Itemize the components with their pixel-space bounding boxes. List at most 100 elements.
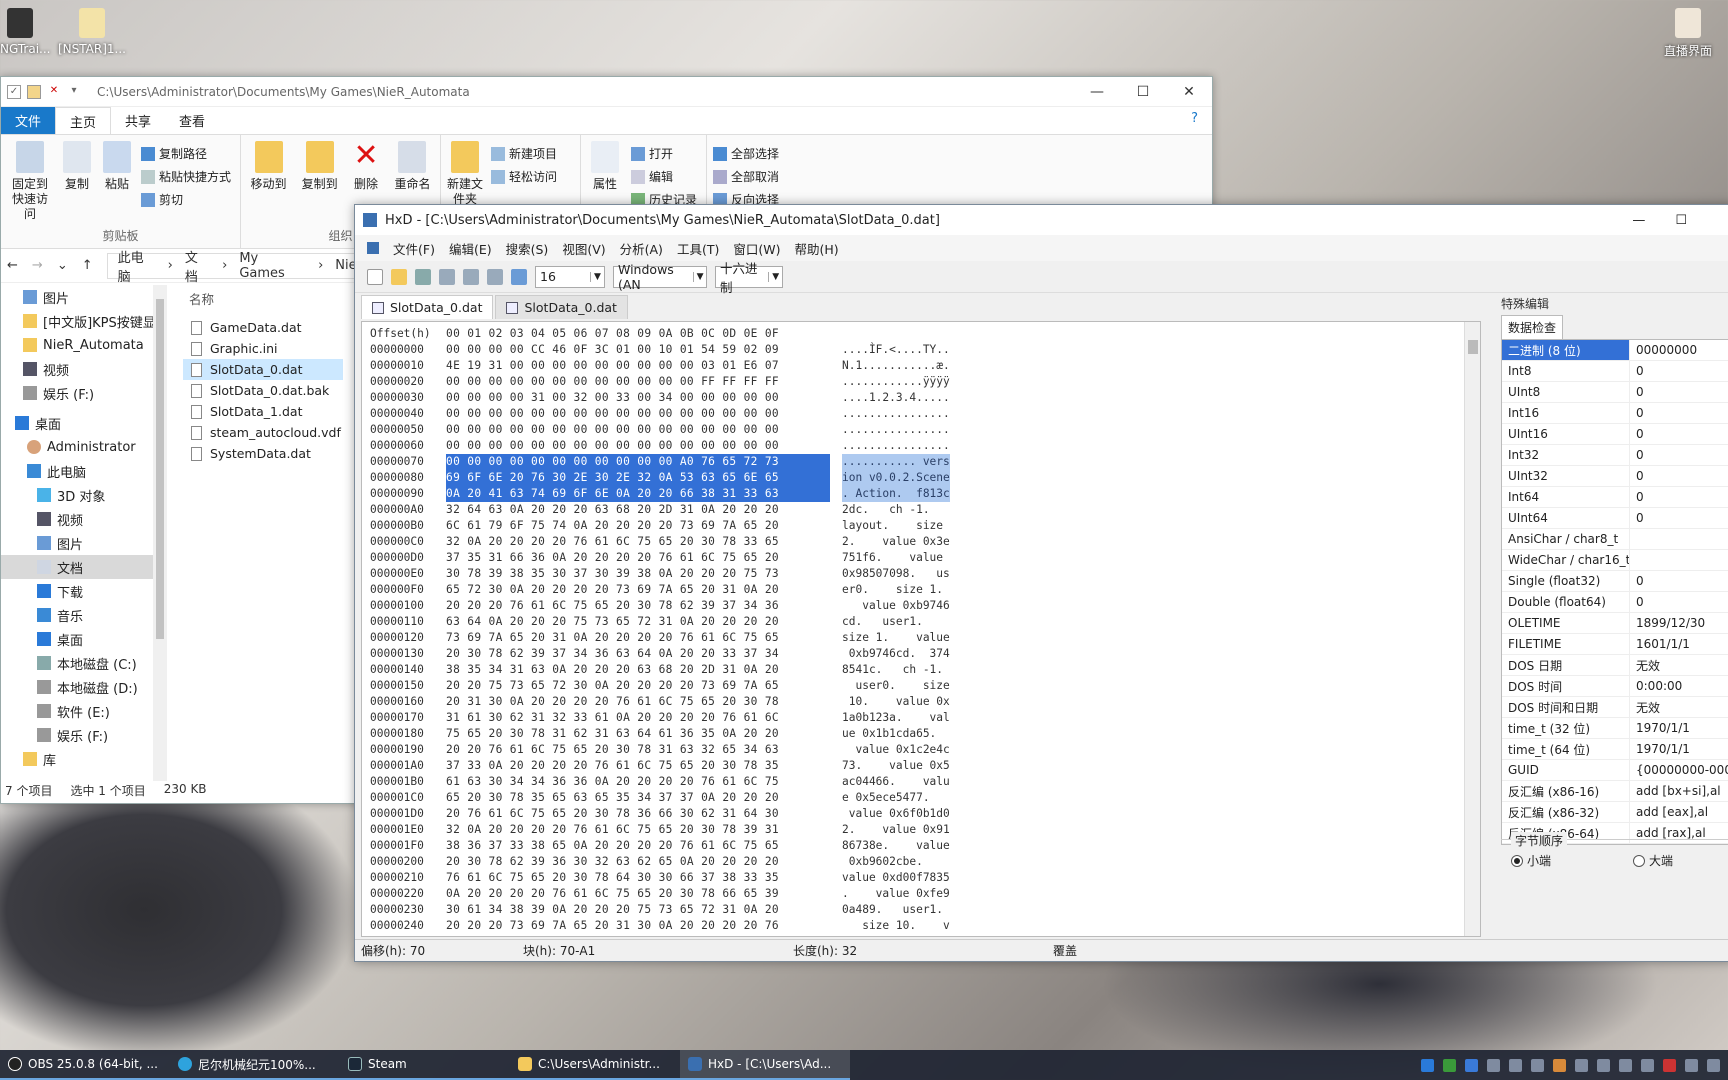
hex-row[interactable]: 00000070 00 00 00 00 00 00 00 00 00 00 00… bbox=[370, 454, 950, 470]
hex-row[interactable]: 00000160 20 31 30 0A 20 20 20 20 76 61 6C… bbox=[370, 694, 950, 710]
menu-help[interactable]: 帮助(H) bbox=[794, 239, 838, 258]
row-hex[interactable]: 20 76 61 6C 75 65 20 30 78 36 66 30 62 3… bbox=[446, 806, 830, 822]
row-text[interactable]: ac04466. valu bbox=[842, 774, 950, 790]
row-hex[interactable]: 00 00 00 00 00 00 00 00 00 00 00 00 00 0… bbox=[446, 406, 830, 422]
breadcrumb[interactable]: 此电脑 › 文档 › My Games › NieR bbox=[106, 251, 377, 285]
new-item-button[interactable]: 新建项目 bbox=[491, 145, 557, 162]
hex-scrollbar[interactable] bbox=[1464, 322, 1480, 936]
nav-item[interactable]: 音乐 bbox=[1, 603, 166, 627]
row-text[interactable]: 86738e. value bbox=[842, 838, 950, 854]
steam-tray-icon[interactable] bbox=[1597, 1058, 1610, 1072]
row-text[interactable]: layout. size bbox=[842, 518, 950, 534]
breadcrumb-item[interactable]: My Games bbox=[239, 251, 306, 281]
hex-row[interactable]: 000001B0 61 63 30 34 34 36 36 0A 20 20 20… bbox=[370, 774, 950, 790]
row-text[interactable]: size 10. v bbox=[842, 918, 950, 934]
inspector-row[interactable]: UInt16 0 bbox=[1502, 424, 1728, 445]
breadcrumb-item[interactable]: 此电脑 bbox=[118, 247, 156, 285]
tray-icon[interactable] bbox=[1685, 1058, 1698, 1072]
inspector-value[interactable]: {00000000-000 bbox=[1630, 763, 1728, 777]
row-hex[interactable]: 32 0A 20 20 20 20 76 61 6C 75 65 20 30 7… bbox=[446, 822, 830, 838]
inspector-row[interactable]: 二进制 (8 位) 00000000 bbox=[1502, 340, 1728, 361]
taskbar-app-explorer[interactable]: C:\Users\Administr... bbox=[510, 1050, 680, 1080]
nav-item[interactable]: Administrator bbox=[1, 435, 166, 459]
open-ram-icon[interactable] bbox=[463, 268, 479, 285]
tab-file[interactable]: 文件 bbox=[1, 107, 56, 134]
hex-row[interactable]: 000000D0 37 35 31 66 36 0A 20 20 20 20 76… bbox=[370, 550, 950, 566]
row-text[interactable]: ................ bbox=[842, 438, 950, 454]
file-item[interactable]: Graphic.ini bbox=[183, 338, 343, 359]
taskbar-app-browser[interactable]: 尼尔机械纪元100%... bbox=[170, 1050, 340, 1080]
hex-row[interactable]: 00000110 63 64 0A 20 20 20 75 73 65 72 31… bbox=[370, 614, 950, 630]
inspector-value[interactable]: 1970/1/1 bbox=[1630, 742, 1690, 756]
hex-row[interactable]: 00000200 20 30 78 62 39 36 30 32 63 62 65… bbox=[370, 854, 950, 870]
inspector-value[interactable]: 0:00:00 bbox=[1630, 679, 1682, 693]
desktop-icon-live[interactable]: 直播界面 bbox=[1648, 8, 1728, 59]
inspector-row[interactable]: time_t (32 位) 1970/1/1 bbox=[1502, 718, 1728, 739]
row-text[interactable]: 0xb9746cd. 374 bbox=[842, 646, 950, 662]
hex-row[interactable]: 000001E0 32 0A 20 20 20 20 76 61 6C 75 65… bbox=[370, 822, 950, 838]
inspector-row[interactable]: AnsiChar / char8_t bbox=[1502, 529, 1728, 550]
row-text[interactable]: . Action. f813c bbox=[842, 486, 950, 502]
taskbar-app-obs[interactable]: OBS 25.0.8 (64-bit, ... bbox=[0, 1050, 170, 1080]
properties-quick-icon[interactable]: ✓ bbox=[7, 84, 21, 99]
desktop-icon-ngtrainer[interactable]: NGTrai... bbox=[0, 8, 50, 56]
save-icon[interactable] bbox=[415, 268, 431, 285]
inspector-row[interactable]: 反汇编 (x86-32) add [eax],al bbox=[1502, 802, 1728, 823]
nav-item[interactable]: 视频 bbox=[1, 357, 166, 381]
row-hex[interactable]: 00 00 00 00 31 00 32 00 33 00 34 00 00 0… bbox=[446, 390, 830, 406]
hex-row[interactable]: 00000010 4E 19 31 00 00 00 00 00 00 00 00… bbox=[370, 358, 950, 374]
tray-icon[interactable] bbox=[1553, 1058, 1566, 1072]
row-hex[interactable]: 6C 61 79 6F 75 74 0A 20 20 20 20 73 69 7… bbox=[446, 518, 830, 534]
hex-editor-view[interactable]: Offset(h) 00 01 02 03 04 05 06 07 08 09 0… bbox=[361, 321, 1481, 937]
nav-scrollbar[interactable] bbox=[153, 285, 167, 781]
row-text[interactable]: e 0x5ece5477. bbox=[842, 790, 950, 806]
inspector-row[interactable]: Int8 0 bbox=[1502, 361, 1728, 382]
nav-item[interactable]: 娱乐 (F:) bbox=[1, 723, 166, 747]
row-hex[interactable]: 4E 19 31 00 00 00 00 00 00 00 00 00 03 0… bbox=[446, 358, 830, 374]
tray-icon[interactable] bbox=[1575, 1058, 1588, 1072]
nav-item[interactable]: 软件 (E:) bbox=[1, 699, 166, 723]
row-text[interactable]: 73. value 0x5 bbox=[842, 758, 950, 774]
file-item[interactable]: SystemData.dat bbox=[183, 443, 343, 464]
hex-row[interactable]: 00000050 00 00 00 00 00 00 00 00 00 00 00… bbox=[370, 422, 950, 438]
row-hex[interactable]: 20 30 78 62 39 37 34 36 63 64 0A 20 20 3… bbox=[446, 646, 830, 662]
hex-row[interactable]: 00000190 20 20 76 61 6C 75 65 20 30 78 31… bbox=[370, 742, 950, 758]
hex-row[interactable]: 000000A0 32 64 63 0A 20 20 20 63 68 20 2D… bbox=[370, 502, 950, 518]
row-text[interactable]: cd. user1. bbox=[842, 614, 950, 630]
row-text[interactable]: 2. value 0x91 bbox=[842, 822, 950, 838]
tab-share[interactable]: 共享 bbox=[111, 107, 165, 134]
forward-icon[interactable]: → bbox=[32, 258, 43, 273]
back-icon[interactable]: ← bbox=[7, 258, 18, 273]
inspector-value[interactable]: add [rax],al bbox=[1630, 826, 1706, 840]
nav-item[interactable]: 3D 对象 bbox=[1, 483, 166, 507]
tray-icon[interactable] bbox=[1421, 1058, 1434, 1072]
row-hex[interactable]: 00 00 00 00 00 00 00 00 00 00 00 00 00 0… bbox=[446, 438, 830, 454]
hex-row[interactable]: 00000140 38 35 34 31 63 0A 20 20 20 63 68… bbox=[370, 662, 950, 678]
select-all-button[interactable]: 全部选择 bbox=[713, 145, 779, 162]
row-hex[interactable]: 20 20 75 73 65 72 30 0A 20 20 20 20 73 6… bbox=[446, 678, 830, 694]
inspector-row[interactable]: WideChar / char16_t bbox=[1502, 550, 1728, 571]
menu-analysis[interactable]: 分析(A) bbox=[620, 239, 663, 258]
shield-icon[interactable] bbox=[1531, 1058, 1544, 1072]
row-hex[interactable]: 76 61 6C 75 65 20 30 78 64 30 30 66 37 3… bbox=[446, 870, 830, 886]
delete-quick-icon[interactable]: ✕ bbox=[47, 85, 61, 99]
row-hex[interactable]: 30 61 34 38 39 0A 20 20 20 75 73 65 72 3… bbox=[446, 902, 830, 918]
copy-path-button[interactable]: 复制路径 bbox=[141, 145, 231, 162]
file-item[interactable]: GameData.dat bbox=[183, 317, 343, 338]
row-hex[interactable]: 65 72 30 0A 20 20 20 20 73 69 7A 65 20 3… bbox=[446, 582, 830, 598]
window-controls[interactable]: —☐ bbox=[1632, 213, 1728, 228]
row-text[interactable]: ion v0.0.2.Scene bbox=[842, 470, 950, 486]
file-item[interactable]: steam_autocloud.vdf bbox=[183, 422, 343, 443]
row-text[interactable]: 2. value 0x3e bbox=[842, 534, 950, 550]
select-none-button[interactable]: 全部取消 bbox=[713, 168, 779, 185]
tray-icon[interactable] bbox=[1443, 1058, 1456, 1072]
inspector-value[interactable]: 无效 bbox=[1630, 657, 1660, 674]
hex-row[interactable]: 00000210 76 61 6C 75 65 20 30 78 64 30 30… bbox=[370, 870, 950, 886]
hex-row[interactable]: 00000240 20 20 20 73 69 7A 65 20 31 30 0A… bbox=[370, 918, 950, 934]
help-icon[interactable]: ? bbox=[1177, 107, 1212, 134]
row-hex[interactable]: 00 00 00 00 CC 46 0F 3C 01 00 10 01 54 5… bbox=[446, 342, 830, 358]
file-item[interactable]: SlotData_1.dat bbox=[183, 401, 343, 422]
row-hex[interactable]: 32 64 63 0A 20 20 20 63 68 20 2D 31 0A 2… bbox=[446, 502, 830, 518]
desktop-icon-nstar[interactable]: [NSTAR]1... bbox=[52, 8, 132, 56]
hex-row[interactable]: 00000120 73 69 7A 65 20 31 0A 20 20 20 20… bbox=[370, 630, 950, 646]
